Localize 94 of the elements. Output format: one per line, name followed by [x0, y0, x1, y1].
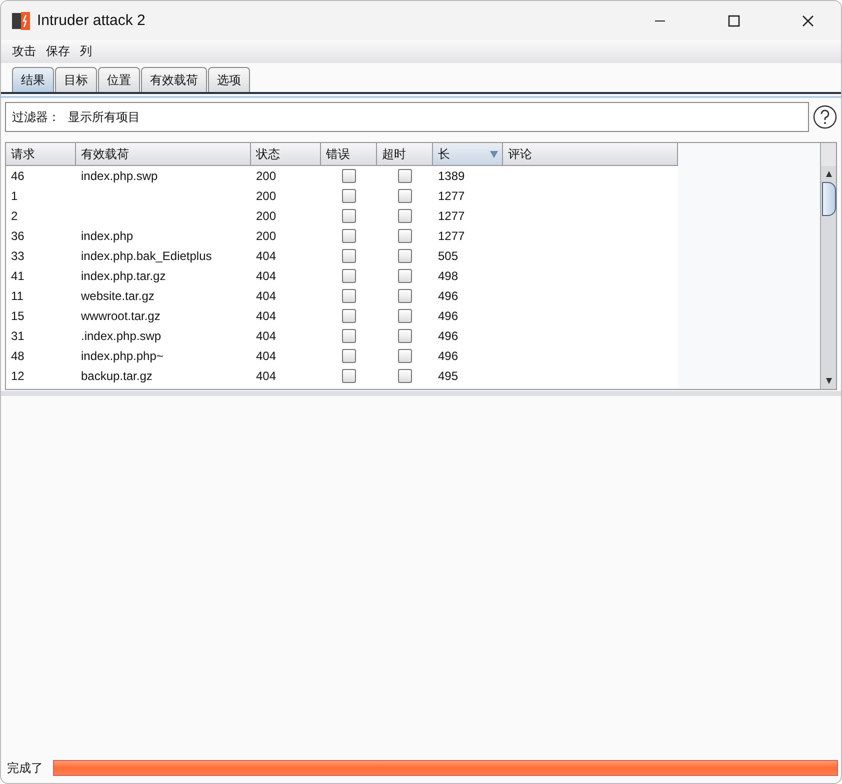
- table-cell-text: 31: [10, 329, 26, 343]
- checkbox[interactable]: [398, 269, 412, 283]
- table-cell-text: 404: [255, 309, 278, 323]
- table-cell-text: 495: [437, 369, 460, 383]
- table-cell-text: 200: [255, 169, 278, 183]
- scroll-up-icon[interactable]: [824, 170, 832, 178]
- tab[interactable]: 目标: [55, 67, 97, 92]
- table-cell-text: 496: [437, 349, 460, 363]
- checkbox[interactable]: [398, 169, 412, 183]
- table-cell-text: 404: [255, 349, 278, 363]
- table-cell-text: 505: [437, 249, 460, 263]
- table-cell-text: 200: [255, 189, 278, 203]
- table-cell-text: 36: [10, 229, 26, 243]
- table-cell-text: 404: [255, 329, 278, 343]
- table-cell-text: 15: [10, 309, 26, 323]
- table-cell-text: 496: [437, 289, 460, 303]
- checkbox[interactable]: [398, 369, 412, 383]
- close-icon[interactable]: [802, 14, 814, 26]
- checkbox[interactable]: [398, 329, 412, 343]
- table-cell-text: 48: [10, 349, 26, 363]
- sort-descending-icon: [490, 150, 498, 158]
- table-cell-text: 33: [10, 249, 26, 263]
- table-cell-text: 496: [437, 329, 460, 343]
- table-cell-text: 12: [10, 369, 26, 383]
- table-cell-text: 404: [255, 269, 278, 283]
- table-cell-text: 1277: [437, 229, 466, 243]
- column-header[interactable]: 错误: [321, 143, 377, 166]
- help-icon[interactable]: [813, 105, 837, 129]
- checkbox[interactable]: [342, 349, 356, 363]
- table-cell: website.tar.gz: [81, 289, 154, 303]
- column-header[interactable]: 有效载荷: [76, 143, 251, 166]
- checkbox[interactable]: [342, 249, 356, 263]
- checkbox[interactable]: [342, 289, 356, 303]
- filter-value: 显示所有项目: [68, 108, 140, 126]
- table-cell-text: 404: [255, 249, 278, 263]
- filter-bar[interactable]: 过滤器： 显示所有项目: [5, 102, 809, 132]
- table-cell-text: 1277: [437, 189, 466, 203]
- menu-item[interactable]: 保存: [46, 43, 70, 60]
- checkbox[interactable]: [398, 349, 412, 363]
- table-cell: .index.php.swp: [81, 329, 162, 343]
- checkbox[interactable]: [398, 229, 412, 243]
- table-cell-text: 404: [255, 369, 278, 383]
- checkbox[interactable]: [342, 269, 356, 283]
- table-cell-text: 498: [437, 269, 460, 283]
- header-filler: [821, 143, 836, 166]
- checkbox[interactable]: [398, 289, 412, 303]
- checkbox[interactable]: [342, 169, 356, 183]
- tab[interactable]: 位置: [98, 67, 140, 92]
- tab[interactable]: 选项: [208, 67, 250, 92]
- table-cell-text: 2: [10, 209, 19, 223]
- table-cell-text: 1277: [437, 209, 466, 223]
- menu-item[interactable]: 攻击: [12, 43, 36, 60]
- filter-label: 过滤器：: [12, 108, 60, 126]
- scroll-thumb[interactable]: [822, 182, 836, 216]
- table-cell: index.php.php~: [81, 349, 164, 363]
- table-cell-text: 200: [255, 209, 278, 223]
- checkbox[interactable]: [342, 229, 356, 243]
- status-text: 完成了: [7, 760, 43, 776]
- column-header[interactable]: 长: [433, 143, 503, 166]
- table-cell-text: 200: [255, 229, 278, 243]
- column-header[interactable]: 评论: [503, 143, 678, 166]
- table-cell-text: 46: [10, 169, 26, 183]
- window-title: Intruder attack 2: [37, 12, 146, 29]
- table-cell-text: 1: [10, 189, 19, 203]
- menu-item[interactable]: 列: [80, 43, 92, 60]
- column-header[interactable]: 状态: [251, 143, 321, 166]
- table-cell-text: 1389: [437, 169, 466, 183]
- scrollbar[interactable]: [820, 143, 836, 389]
- checkbox[interactable]: [398, 249, 412, 263]
- scroll-down-icon[interactable]: [824, 377, 832, 385]
- table-cell: index.php.tar.gz: [81, 269, 166, 283]
- checkbox[interactable]: [342, 369, 356, 383]
- maximize-icon[interactable]: [728, 14, 740, 26]
- table-cell-text: 496: [437, 309, 460, 323]
- table-cell-text: 11: [10, 289, 24, 303]
- table-cell: wwwroot.tar.gz: [81, 309, 160, 323]
- checkbox[interactable]: [398, 209, 412, 223]
- table-cell-text: 41: [10, 269, 26, 283]
- column-header[interactable]: 请求: [6, 143, 76, 166]
- checkbox[interactable]: [398, 309, 412, 323]
- checkbox[interactable]: [398, 189, 412, 203]
- tab[interactable]: 有效载荷: [141, 67, 207, 92]
- table-cell: index.php.swp: [81, 169, 158, 183]
- table-cell: index.php.bak_Edietplus: [81, 249, 212, 263]
- table-cell: backup.tar.gz: [81, 369, 152, 383]
- checkbox[interactable]: [342, 309, 356, 323]
- checkbox[interactable]: [342, 209, 356, 223]
- tab[interactable]: 结果: [12, 67, 54, 92]
- app-logo-icon: [11, 10, 31, 30]
- column-header[interactable]: 超时: [377, 143, 433, 166]
- checkbox[interactable]: [342, 329, 356, 343]
- table-cell: index.php: [81, 229, 134, 243]
- table-cell-text: 404: [255, 289, 278, 303]
- checkbox[interactable]: [342, 189, 356, 203]
